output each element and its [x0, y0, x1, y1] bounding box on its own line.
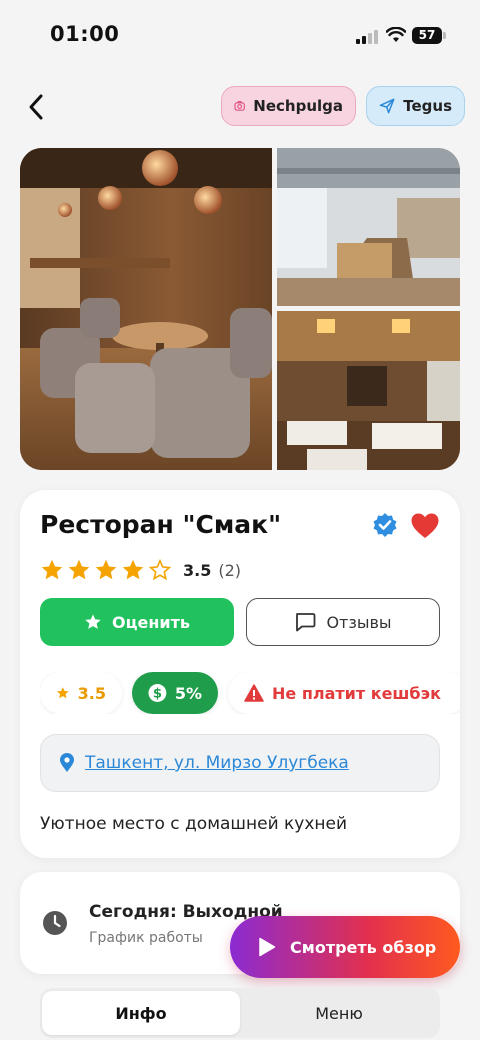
rating-count: (2): [218, 560, 242, 580]
back-button[interactable]: [20, 88, 52, 126]
star-filled-icon: [41, 559, 63, 580]
restaurant-photo-top[interactable]: [277, 148, 460, 306]
rate-button-label: Оценить: [112, 612, 190, 632]
tab-bar: Инфо Меню: [40, 988, 440, 1038]
rating-value: 3.5: [183, 560, 212, 580]
favorite-heart-icon[interactable]: [410, 512, 440, 540]
star-icon: [56, 687, 69, 699]
send-icon: [379, 98, 395, 114]
battery-icon: 57: [412, 27, 442, 44]
no-cashback-label: Не платит кешбэк: [272, 683, 441, 703]
photo-gallery[interactable]: [20, 148, 460, 470]
instagram-chip[interactable]: Nechpulga: [221, 86, 356, 126]
comment-icon: [296, 613, 316, 632]
wifi-icon: [386, 27, 406, 42]
location-pin-icon: [60, 753, 74, 772]
restaurant-description: Уютное место с домашней кухней: [40, 814, 348, 834]
no-cashback-badge: Не платит кешбэк: [228, 672, 460, 714]
rating-badge: 3.5: [40, 672, 122, 714]
restaurant-photo-bottom[interactable]: [277, 311, 460, 470]
status-time: 01:00: [50, 22, 120, 46]
restaurant-info-card: Ресторан "Смак" 3.5 (2) Оценить Отзывы 3…: [20, 490, 460, 858]
warning-icon: [244, 684, 264, 702]
watch-review-label: Смотреть обзор: [290, 937, 437, 957]
restaurant-name: Ресторан "Смак": [40, 510, 282, 539]
star-icon: [85, 614, 101, 629]
address-field[interactable]: Ташкент, ул. Мирзо Улугбека: [40, 734, 440, 792]
battery-cap: [443, 32, 446, 39]
play-icon: [259, 937, 276, 957]
cashback-badge-value: 5%: [174, 683, 202, 703]
camera-icon: [234, 101, 245, 111]
restaurant-photo-main[interactable]: [20, 148, 272, 470]
chevron-left-icon: [29, 94, 43, 120]
status-bar: 01:00 57: [0, 0, 480, 70]
rate-button[interactable]: Оценить: [40, 598, 234, 646]
rating-row: 3.5 (2): [40, 558, 241, 582]
telegram-label: Tegus: [403, 97, 452, 115]
schedule-subtitle: График работы: [89, 930, 203, 946]
reviews-button[interactable]: Отзывы: [246, 598, 440, 646]
verified-badge-icon: [373, 513, 397, 537]
tab-menu[interactable]: Меню: [240, 991, 438, 1035]
star-filled-icon: [95, 559, 117, 580]
star-filled-icon: [68, 559, 90, 580]
instagram-label: Nechpulga: [253, 97, 343, 115]
svg-text:$: $: [153, 687, 162, 702]
telegram-chip[interactable]: Tegus: [366, 86, 465, 126]
cashback-badge: $ 5%: [132, 672, 218, 714]
address-link[interactable]: Ташкент, ул. Мирзо Улугбека: [85, 753, 349, 773]
badges-row: 3.5 $ 5% Не платит кешбэк: [40, 672, 460, 714]
star-empty-icon: [148, 558, 172, 581]
tab-info[interactable]: Инфо: [42, 991, 240, 1035]
dollar-coin-icon: $: [148, 684, 167, 702]
star-filled-icon: [122, 559, 144, 580]
clock-icon: [43, 911, 67, 935]
watch-review-button[interactable]: Смотреть обзор: [230, 916, 460, 978]
signal-icon: [356, 30, 378, 44]
reviews-button-label: Отзывы: [326, 612, 392, 632]
rating-badge-value: 3.5: [77, 683, 106, 703]
